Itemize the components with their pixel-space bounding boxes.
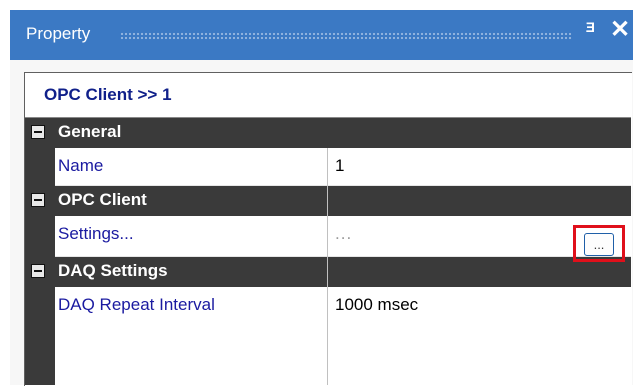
collapse-minus-icon[interactable] [31, 125, 45, 139]
property-name: Name [58, 156, 104, 175]
collapse-minus-icon[interactable] [31, 193, 45, 207]
object-selector-label: OPC Client >> 1 [44, 85, 172, 104]
settings-ellipsis-button[interactable]: ... [584, 233, 614, 256]
panel-title-bar[interactable]: Property ᴲ ✕ [10, 10, 633, 60]
close-icon[interactable]: ✕ [610, 18, 630, 42]
row-gutter [25, 148, 55, 186]
row-gutter [25, 287, 55, 385]
row-gutter [25, 216, 55, 257]
property-row-daq-repeat-interval[interactable]: DAQ Repeat Interval 1000 msec [25, 287, 631, 385]
property-name: Settings... [58, 224, 134, 243]
property-value[interactable]: 1000 msec [335, 295, 418, 315]
property-name: DAQ Repeat Interval [58, 295, 215, 314]
panel-title: Property [26, 24, 91, 43]
category-label: DAQ Settings [58, 261, 168, 280]
title-grip[interactable] [120, 32, 572, 40]
column-splitter[interactable] [327, 148, 328, 385]
category-daq-settings[interactable]: DAQ Settings [25, 257, 631, 287]
property-row-name[interactable]: Name 1 [25, 148, 631, 186]
category-opc-client[interactable]: OPC Client [25, 186, 631, 216]
category-general[interactable]: General [25, 118, 631, 148]
category-label: OPC Client [58, 190, 147, 209]
category-label: General [58, 122, 122, 141]
property-value[interactable]: 1 [335, 156, 344, 176]
pin-icon[interactable]: ᴲ [586, 20, 594, 43]
collapse-minus-icon[interactable] [31, 264, 45, 278]
property-row-settings[interactable]: Settings... ... [25, 216, 631, 257]
property-value: ... [335, 224, 353, 243]
